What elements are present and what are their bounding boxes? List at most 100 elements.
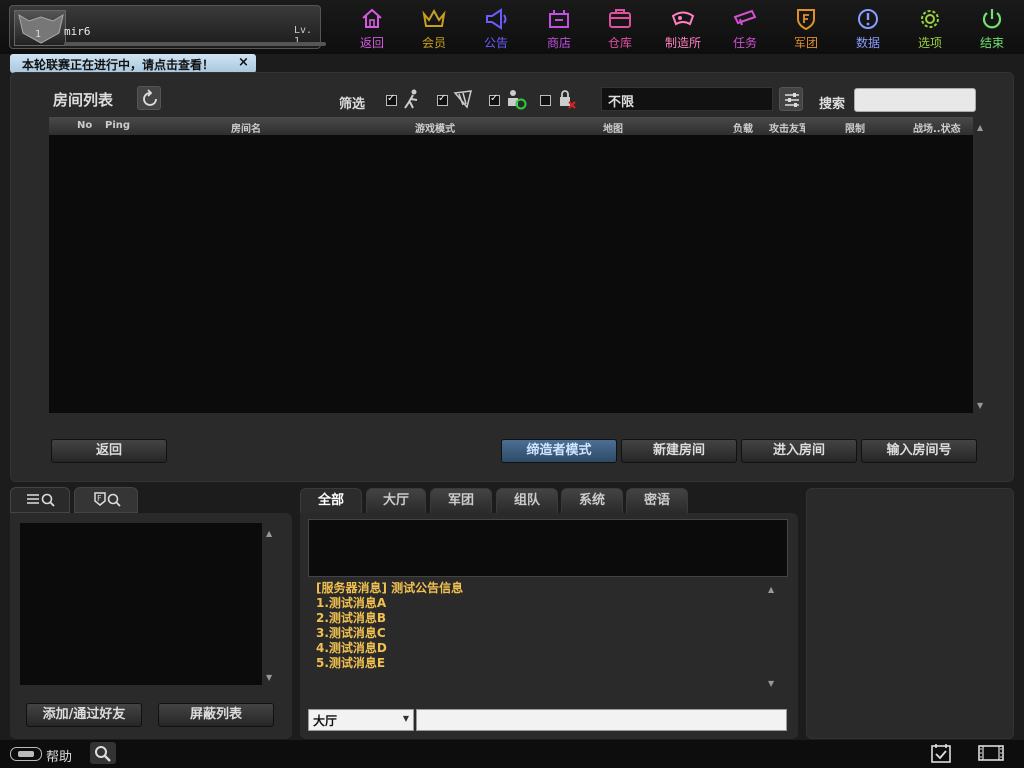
friend-scroll-up[interactable]: ▲ (266, 529, 272, 538)
close-icon[interactable]: × (238, 55, 249, 70)
league-notice[interactable]: 本轮联赛正在进行中，请点击查看！ × (10, 54, 256, 73)
nav-button-4[interactable]: 仓库 (596, 6, 644, 50)
svg-text:F: F (97, 494, 102, 503)
chat-log: [服务器消息] 测试公告信息 1.测试消息A 2.测试消息B 3.测试消息C 4… (316, 581, 776, 681)
room-list[interactable] (49, 135, 973, 413)
nav-label: 会员 (421, 36, 446, 50)
nav-label: 公告 (483, 36, 508, 50)
chat-tab-all[interactable]: 全部 (300, 488, 362, 514)
chevron-down-icon: ▼ (402, 714, 409, 723)
spectator-mode-button[interactable]: 缔造者模式 (501, 439, 617, 463)
nav-label: 结束 (979, 36, 1004, 50)
nav-button-3[interactable]: 商店 (535, 6, 583, 50)
bag-icon (609, 9, 631, 28)
avatar: 1 (14, 10, 66, 46)
chat-message: 4.测试消息D (316, 641, 387, 655)
mode-select[interactable]: 不限 (601, 87, 773, 111)
lock-icon (560, 90, 576, 109)
scroll-down-arrow[interactable]: ▼ (977, 401, 983, 410)
room-panel: 房间列表 筛选 不限 搜索 No Ping 房间名 游戏模式 地图 负载 攻击友… (10, 72, 1014, 482)
exp-bar (64, 42, 326, 46)
mission-icon (733, 9, 757, 26)
search-input[interactable] (854, 88, 976, 112)
nav-button-1[interactable]: 会员 (410, 6, 458, 50)
clan-search-icon: F (94, 492, 121, 507)
filter-settings-button[interactable] (779, 87, 803, 111)
refresh-icon (143, 89, 157, 106)
chat-message: 2.测试消息B (316, 611, 387, 625)
back-button[interactable]: 返回 (51, 439, 167, 463)
chat-tab-system[interactable]: 系统 (561, 488, 623, 514)
notice-text: 本轮联赛正在进行中，请点击查看！ (22, 58, 215, 72)
nav-button-0[interactable]: 返回 (348, 6, 396, 50)
footer-search-button[interactable] (90, 742, 116, 764)
claw-icon (453, 90, 472, 109)
col-friendly-fire[interactable]: 攻击友军 (769, 120, 805, 135)
search-icon (95, 746, 111, 762)
chat-tab-lobby[interactable]: 大厅 (366, 488, 426, 514)
chat-tab-team[interactable]: 组队 (496, 488, 558, 514)
filter-label: 筛选 (339, 97, 366, 112)
player-name: mir6 (64, 25, 91, 38)
nav-button-8[interactable]: 数据 (844, 6, 892, 50)
friend-scroll-down[interactable]: ▼ (266, 673, 272, 682)
tab-friend-list[interactable] (10, 487, 70, 513)
gear-icon (921, 10, 939, 28)
room-table-header: No Ping 房间名 游戏模式 地图 负载 攻击友军 限制 战场..状态 (49, 117, 973, 135)
col-ping[interactable]: Ping (105, 120, 130, 131)
profile-card[interactable]: 1 mir6 Lv. 1 (9, 5, 326, 49)
friend-list[interactable] (20, 523, 262, 685)
calendar-check-icon[interactable] (930, 742, 952, 764)
block-list-button[interactable]: 屏蔽列表 (158, 703, 274, 727)
col-map[interactable]: 地图 (603, 120, 623, 135)
info-icon (858, 9, 878, 29)
chat-input[interactable] (416, 709, 787, 731)
list-search-icon (27, 493, 55, 507)
factory-icon (671, 11, 695, 26)
nav-button-7[interactable]: 军团 (782, 6, 830, 50)
keyboard-icon (10, 747, 42, 761)
shop-icon (549, 10, 569, 28)
col-status[interactable]: 战场..状态 (913, 120, 961, 135)
add-friend-button[interactable]: 添加/通过好友 (26, 703, 142, 727)
nav-label: 商店 (546, 36, 571, 50)
input-room-number-button[interactable]: 输入房间号 (861, 439, 977, 463)
megaphone-icon (486, 8, 507, 30)
chat-channel-select[interactable]: 大厅 ▼ (308, 709, 414, 731)
nav-button-5[interactable]: 制造所 (659, 6, 707, 50)
right-panel (806, 488, 1014, 739)
filter-soldier-checkbox[interactable] (386, 93, 397, 106)
create-room-button[interactable]: 新建房间 (621, 439, 737, 463)
scroll-up-arrow[interactable]: ▲ (977, 123, 983, 132)
top-bar: 1 mir6 Lv. 1 返回 会员 公告 商店 仓库 制造所 任务 军团 数据 选项 结束 (0, 0, 1024, 54)
help-link[interactable]: 帮助 (46, 746, 72, 765)
chat-tab-whisper[interactable]: 密语 (626, 488, 688, 514)
nav-button-9[interactable]: 选项 (906, 6, 954, 50)
col-load[interactable]: 负载 (733, 120, 753, 135)
filter-people-checkbox[interactable] (489, 93, 500, 106)
chat-tab-clan[interactable]: 军团 (430, 488, 492, 514)
col-game-mode[interactable]: 游戏模式 (415, 120, 455, 135)
crown-icon (422, 8, 446, 27)
nav-label: 军团 (793, 36, 818, 50)
tab-clan-search[interactable]: F (74, 487, 138, 513)
sliders-icon (785, 93, 799, 107)
soldier-icon (404, 89, 418, 109)
chat-scroll-up[interactable]: ▲ (768, 585, 774, 594)
chat-scroll-down[interactable]: ▼ (768, 679, 774, 688)
nav-button-6[interactable]: 任务 (721, 6, 769, 50)
col-room-name[interactable]: 房间名 (231, 120, 261, 135)
refresh-button[interactable] (137, 86, 161, 110)
filter-locked-checkbox[interactable] (540, 95, 551, 106)
col-limit[interactable]: 限制 (845, 120, 865, 135)
filter-zombie-checkbox[interactable] (437, 93, 448, 106)
nav-button-2[interactable]: 公告 (472, 6, 520, 50)
film-icon[interactable] (977, 743, 1005, 763)
chat-message: 3.测试消息C (316, 626, 386, 640)
nav-label: 返回 (359, 36, 384, 50)
nav-label: 任务 (732, 36, 757, 50)
friend-panel: ▲ ▼ 添加/通过好友 屏蔽列表 (10, 513, 292, 739)
enter-room-button[interactable]: 进入房间 (741, 439, 857, 463)
nav-button-10[interactable]: 结束 (968, 6, 1016, 50)
col-no[interactable]: No (77, 120, 92, 131)
